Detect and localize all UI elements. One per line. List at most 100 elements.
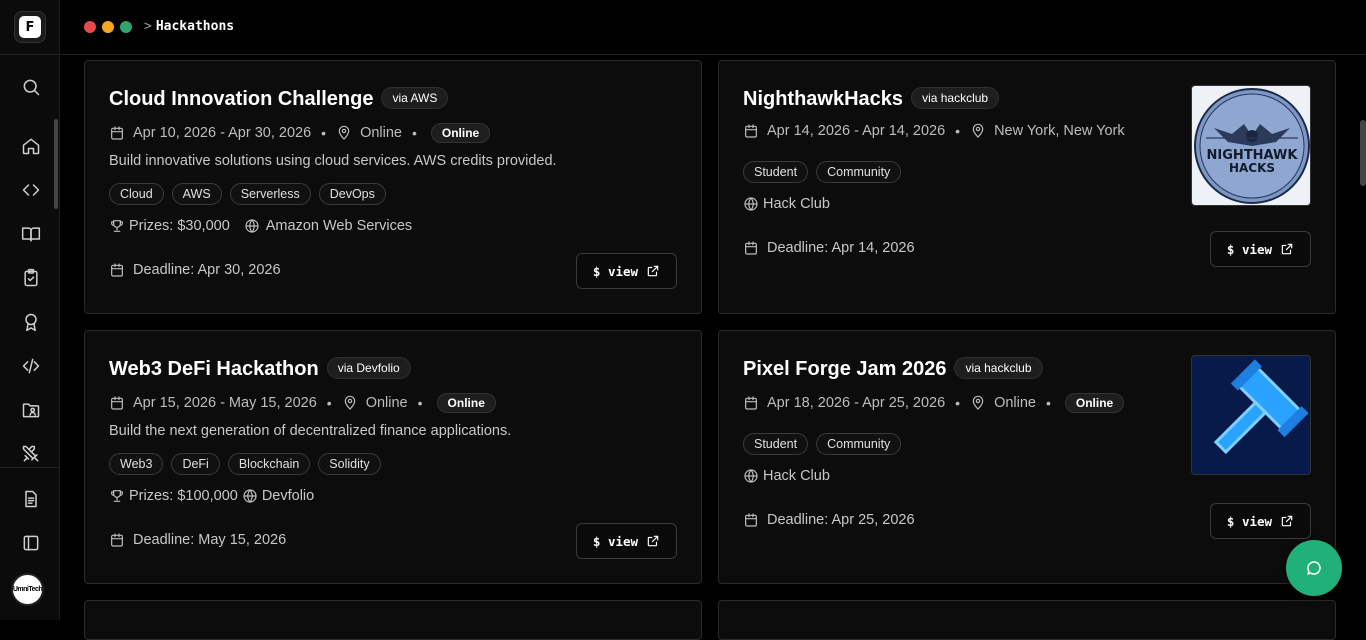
date-range: Apr 15, 2026 - May 15, 2026	[133, 395, 317, 411]
date-range: Apr 18, 2026 - Apr 25, 2026	[767, 395, 946, 411]
card-title-text[interactable]: Web3 DeFi Hackathon	[109, 358, 319, 380]
organizer-row: Hack Club	[743, 196, 830, 212]
deadline-row: Deadline: Apr 14, 2026	[743, 240, 915, 256]
view-button[interactable]: $ view	[576, 523, 677, 559]
tag-list: Student Community	[743, 433, 902, 455]
page-scrollbar[interactable]	[1360, 120, 1366, 186]
organizer: Hack Club	[763, 196, 830, 212]
bullet: •	[955, 395, 961, 411]
deadline: Deadline: Apr 30, 2026	[133, 262, 281, 278]
event-logo[interactable]: NIGHTHAWK HACKS	[1191, 85, 1311, 206]
bullet: •	[326, 395, 332, 411]
breadcrumb: > Hackathons	[144, 19, 234, 34]
calendar-icon	[111, 533, 123, 547]
calendar-icon	[745, 513, 757, 527]
calendar-icon	[111, 263, 123, 277]
code-slash-icon[interactable]	[20, 355, 42, 377]
globe-icon	[744, 197, 758, 211]
mode-badge: Online	[1064, 393, 1125, 413]
tag[interactable]: Community	[816, 161, 902, 183]
bullet: •	[1045, 395, 1051, 411]
calendar-icon	[111, 126, 123, 140]
view-button[interactable]: $ view	[1210, 503, 1311, 539]
logo-text-hacks: HACKS	[1229, 161, 1275, 175]
event-logo[interactable]	[1191, 355, 1311, 475]
date-range: Apr 14, 2026 - Apr 14, 2026	[767, 123, 946, 139]
tag[interactable]: Cloud	[109, 183, 164, 205]
swords-icon[interactable]	[20, 443, 42, 465]
organizer: Devfolio	[261, 488, 315, 504]
location-pin-icon	[972, 123, 984, 138]
tag[interactable]: Student	[743, 161, 809, 183]
award-icon[interactable]	[20, 311, 42, 333]
view-button[interactable]: $ view	[1210, 231, 1311, 267]
calendar-icon	[745, 124, 757, 138]
chat-icon	[1307, 561, 1321, 575]
tag[interactable]: Serverless	[229, 183, 311, 205]
tag[interactable]: AWS	[171, 183, 222, 205]
external-link-icon	[647, 535, 659, 547]
tag-list: Student Community	[743, 161, 902, 183]
location-pin-icon	[338, 125, 350, 140]
tag[interactable]: DevOps	[318, 183, 386, 205]
avatar[interactable]: UmniTech	[11, 573, 44, 606]
card-meta: Apr 14, 2026 - Apr 14, 2026 • New York, …	[743, 123, 1125, 139]
bullet: •	[411, 125, 417, 141]
folder-user-icon[interactable]	[20, 399, 42, 421]
location-pin-icon	[972, 395, 984, 410]
tag[interactable]: Blockchain	[227, 453, 311, 475]
card-description: Build innovative solutions using cloud s…	[109, 153, 557, 169]
card-title: Pixel Forge Jam 2026 via hackclub	[743, 357, 1043, 381]
clipboard-check-icon[interactable]	[20, 267, 42, 289]
tag[interactable]: Student	[743, 433, 809, 455]
gavel-icon	[1213, 359, 1309, 455]
chat-button[interactable]	[1286, 540, 1342, 596]
deadline-row: Deadline: May 15, 2026	[109, 532, 286, 548]
app-logo[interactable]: F	[14, 11, 46, 43]
card-meta: Apr 15, 2026 - May 15, 2026 • Online • O…	[109, 393, 496, 413]
document-icon[interactable]	[20, 488, 42, 510]
sidebar-scrollbar[interactable]	[54, 119, 58, 209]
view-button[interactable]: $ view	[576, 253, 677, 289]
card-title-text[interactable]: NighthawkHacks	[743, 88, 903, 110]
code-brackets-icon[interactable]	[20, 179, 42, 201]
deadline-row: Deadline: Apr 25, 2026	[743, 512, 915, 528]
location: New York, New York	[994, 123, 1125, 139]
location-pin-icon	[344, 395, 355, 410]
trophy-icon	[111, 220, 123, 232]
view-button-label: $ view	[1226, 241, 1273, 257]
search-icon[interactable]	[20, 76, 42, 98]
organizer-row: Hack Club	[743, 468, 830, 484]
window-close-button[interactable]	[84, 21, 96, 33]
breadcrumb-current[interactable]: Hackathons	[156, 19, 234, 34]
tag[interactable]: DeFi	[171, 453, 220, 475]
tag-list: Web3 DeFi Blockchain Solidity	[109, 453, 381, 475]
calendar-icon	[745, 241, 757, 255]
view-button-label: $ view	[1226, 513, 1273, 529]
card-title-text[interactable]: Cloud Innovation Challenge	[109, 88, 373, 110]
logo-letter: F	[19, 16, 41, 38]
source-badge: via Devfolio	[326, 357, 411, 379]
panel-icon[interactable]	[20, 532, 42, 554]
card-description: Build the next generation of decentraliz…	[109, 423, 512, 439]
calendar-icon	[745, 396, 757, 410]
hackathon-card: Pixel Forge Jam 2026 via hackclub Apr 18,…	[718, 330, 1336, 584]
card-title: Web3 DeFi Hackathon via Devfolio	[109, 357, 411, 381]
external-link-icon	[1281, 243, 1293, 255]
window-maximize-button[interactable]	[120, 21, 132, 33]
tag[interactable]: Community	[816, 433, 902, 455]
bullet: •	[321, 125, 327, 141]
book-icon[interactable]	[20, 223, 42, 245]
prizes: Prizes: $30,000	[129, 218, 230, 234]
home-icon[interactable]	[20, 135, 42, 157]
breadcrumb-separator: >	[144, 19, 152, 34]
calendar-icon	[111, 396, 123, 410]
card-title: Cloud Innovation Challenge via AWS	[109, 87, 449, 111]
card-meta: Apr 18, 2026 - Apr 25, 2026 • Online • O…	[743, 393, 1125, 413]
card-title-text[interactable]: Pixel Forge Jam 2026	[743, 358, 946, 380]
window-minimize-button[interactable]	[102, 21, 114, 33]
deadline: Deadline: Apr 14, 2026	[767, 240, 915, 256]
sidebar-divider	[0, 54, 60, 55]
tag[interactable]: Solidity	[318, 453, 381, 475]
tag[interactable]: Web3	[109, 453, 164, 475]
